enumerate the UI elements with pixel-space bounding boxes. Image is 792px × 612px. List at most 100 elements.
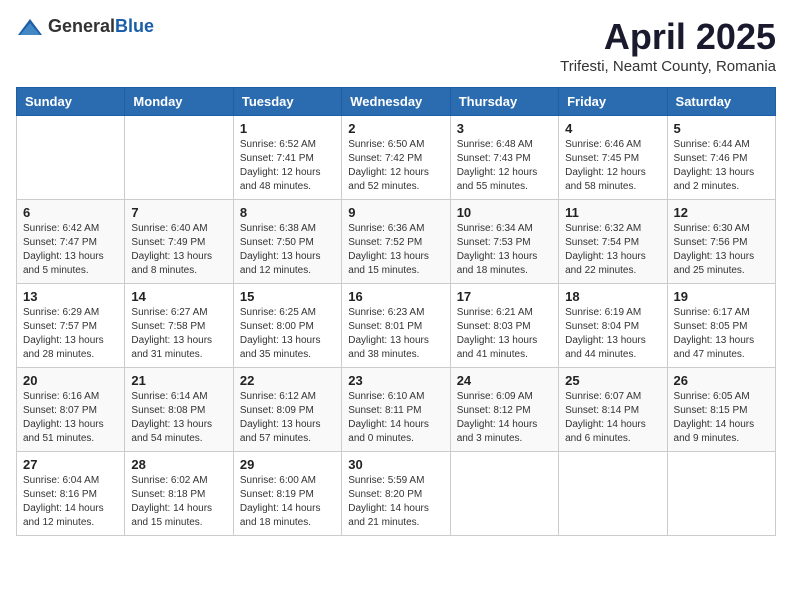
day-number: 6 <box>23 205 118 220</box>
calendar-cell: 30Sunrise: 5:59 AM Sunset: 8:20 PM Dayli… <box>342 452 450 536</box>
day-info: Sunrise: 6:36 AM Sunset: 7:52 PM Dayligh… <box>348 222 443 278</box>
day-number: 12 <box>674 205 769 220</box>
page-header: GeneralBlue April 2025 Trifesti, Neamt C… <box>16 16 776 75</box>
calendar-cell: 5Sunrise: 6:44 AM Sunset: 7:46 PM Daylig… <box>667 116 775 200</box>
calendar-cell: 8 Sunrise: 6:38 AM Sunset: 7:50 PM Daylig… <box>233 200 341 284</box>
day-number: 18 <box>565 289 660 304</box>
day-info: Sunrise: 6:14 AM Sunset: 8:08 PM Dayligh… <box>131 390 226 446</box>
day-info: Sunrise: 6:29 AM Sunset: 7:57 PM Dayligh… <box>23 306 118 362</box>
page-title: April 2025 <box>560 16 776 58</box>
calendar-cell <box>125 116 233 200</box>
day-number: 11 <box>565 205 660 220</box>
calendar-cell: 29 Sunrise: 6:00 AM Sunset: 8:19 PM Dayli… <box>233 452 341 536</box>
day-number: 1 <box>240 121 335 136</box>
day-number: 4 <box>565 121 660 136</box>
day-info: Sunrise: 6:23 AM Sunset: 8:01 PM Dayligh… <box>348 306 443 362</box>
calendar-header-friday: Friday <box>559 88 667 116</box>
day-number: 15 <box>240 289 335 304</box>
calendar-week-row: 20 Sunrise: 6:16 AM Sunset: 8:07 PM Dayli… <box>17 368 776 452</box>
calendar-cell: 6 Sunrise: 6:42 AM Sunset: 7:47 PM Daylig… <box>17 200 125 284</box>
calendar-cell: 16 Sunrise: 6:23 AM Sunset: 8:01 PM Dayli… <box>342 284 450 368</box>
day-info: Sunrise: 6:44 AM Sunset: 7:46 PM Dayligh… <box>674 138 769 194</box>
day-info: Sunrise: 6:40 AM Sunset: 7:49 PM Dayligh… <box>131 222 226 278</box>
day-info: Sunrise: 6:09 AM Sunset: 8:12 PM Dayligh… <box>457 390 552 446</box>
calendar-cell <box>559 452 667 536</box>
day-number: 24 <box>457 373 552 388</box>
day-number: 7 <box>131 205 226 220</box>
calendar-cell: 28 Sunrise: 6:02 AM Sunset: 8:18 PM Dayli… <box>125 452 233 536</box>
calendar-cell: 12 Sunrise: 6:30 AM Sunset: 7:56 PM Dayli… <box>667 200 775 284</box>
calendar-header-tuesday: Tuesday <box>233 88 341 116</box>
day-info: Sunrise: 6:21 AM Sunset: 8:03 PM Dayligh… <box>457 306 552 362</box>
day-info: Sunrise: 6:07 AM Sunset: 8:14 PM Dayligh… <box>565 390 660 446</box>
day-number: 19 <box>674 289 769 304</box>
calendar-cell: 18 Sunrise: 6:19 AM Sunset: 8:04 PM Dayli… <box>559 284 667 368</box>
day-info: Sunrise: 5:59 AM Sunset: 8:20 PM Dayligh… <box>348 474 443 530</box>
calendar-cell: 3Sunrise: 6:48 AM Sunset: 7:43 PM Daylig… <box>450 116 558 200</box>
calendar-cell: 15 Sunrise: 6:25 AM Sunset: 8:00 PM Dayli… <box>233 284 341 368</box>
calendar-header-monday: Monday <box>125 88 233 116</box>
day-number: 10 <box>457 205 552 220</box>
calendar-cell: 22 Sunrise: 6:12 AM Sunset: 8:09 PM Dayli… <box>233 368 341 452</box>
day-info: Sunrise: 6:04 AM Sunset: 8:16 PM Dayligh… <box>23 474 118 530</box>
day-number: 29 <box>240 457 335 472</box>
calendar-header-wednesday: Wednesday <box>342 88 450 116</box>
day-number: 8 <box>240 205 335 220</box>
calendar-week-row: 13 Sunrise: 6:29 AM Sunset: 7:57 PM Dayli… <box>17 284 776 368</box>
calendar-cell <box>17 116 125 200</box>
calendar-cell: 11 Sunrise: 6:32 AM Sunset: 7:54 PM Dayli… <box>559 200 667 284</box>
calendar-header-saturday: Saturday <box>667 88 775 116</box>
logo-icon <box>16 17 44 37</box>
day-info: Sunrise: 6:30 AM Sunset: 7:56 PM Dayligh… <box>674 222 769 278</box>
calendar-cell: 2Sunrise: 6:50 AM Sunset: 7:42 PM Daylig… <box>342 116 450 200</box>
day-info: Sunrise: 6:52 AM Sunset: 7:41 PM Dayligh… <box>240 138 335 194</box>
calendar-cell: 19Sunrise: 6:17 AM Sunset: 8:05 PM Dayli… <box>667 284 775 368</box>
day-info: Sunrise: 6:42 AM Sunset: 7:47 PM Dayligh… <box>23 222 118 278</box>
day-number: 25 <box>565 373 660 388</box>
calendar-cell: 27 Sunrise: 6:04 AM Sunset: 8:16 PM Dayli… <box>17 452 125 536</box>
day-number: 28 <box>131 457 226 472</box>
day-number: 26 <box>674 373 769 388</box>
day-info: Sunrise: 6:32 AM Sunset: 7:54 PM Dayligh… <box>565 222 660 278</box>
day-info: Sunrise: 6:05 AM Sunset: 8:15 PM Dayligh… <box>674 390 769 446</box>
calendar-cell: 24 Sunrise: 6:09 AM Sunset: 8:12 PM Dayli… <box>450 368 558 452</box>
calendar-cell: 26 Sunrise: 6:05 AM Sunset: 8:15 PM Dayli… <box>667 368 775 452</box>
calendar-cell: 25 Sunrise: 6:07 AM Sunset: 8:14 PM Dayli… <box>559 368 667 452</box>
calendar-cell <box>667 452 775 536</box>
day-info: Sunrise: 6:00 AM Sunset: 8:19 PM Dayligh… <box>240 474 335 530</box>
calendar-week-row: 1 Sunrise: 6:52 AM Sunset: 7:41 PM Daylig… <box>17 116 776 200</box>
calendar-cell: 20 Sunrise: 6:16 AM Sunset: 8:07 PM Dayli… <box>17 368 125 452</box>
day-number: 21 <box>131 373 226 388</box>
calendar-cell: 1 Sunrise: 6:52 AM Sunset: 7:41 PM Daylig… <box>233 116 341 200</box>
title-block: April 2025 Trifesti, Neamt County, Roman… <box>560 16 776 75</box>
day-info: Sunrise: 6:10 AM Sunset: 8:11 PM Dayligh… <box>348 390 443 446</box>
day-info: Sunrise: 6:46 AM Sunset: 7:45 PM Dayligh… <box>565 138 660 194</box>
calendar-cell: 17Sunrise: 6:21 AM Sunset: 8:03 PM Dayli… <box>450 284 558 368</box>
logo-text-general: General <box>48 16 115 36</box>
calendar-cell: 14 Sunrise: 6:27 AM Sunset: 7:58 PM Dayli… <box>125 284 233 368</box>
day-info: Sunrise: 6:16 AM Sunset: 8:07 PM Dayligh… <box>23 390 118 446</box>
day-number: 3 <box>457 121 552 136</box>
day-info: Sunrise: 6:19 AM Sunset: 8:04 PM Dayligh… <box>565 306 660 362</box>
day-number: 16 <box>348 289 443 304</box>
day-number: 27 <box>23 457 118 472</box>
day-info: Sunrise: 6:25 AM Sunset: 8:00 PM Dayligh… <box>240 306 335 362</box>
day-number: 22 <box>240 373 335 388</box>
calendar-cell: 23 Sunrise: 6:10 AM Sunset: 8:11 PM Dayli… <box>342 368 450 452</box>
calendar-cell: 7 Sunrise: 6:40 AM Sunset: 7:49 PM Daylig… <box>125 200 233 284</box>
calendar-cell: 13 Sunrise: 6:29 AM Sunset: 7:57 PM Dayli… <box>17 284 125 368</box>
day-info: Sunrise: 6:34 AM Sunset: 7:53 PM Dayligh… <box>457 222 552 278</box>
logo-text-blue: Blue <box>115 16 154 36</box>
day-number: 20 <box>23 373 118 388</box>
day-number: 2 <box>348 121 443 136</box>
day-info: Sunrise: 6:27 AM Sunset: 7:58 PM Dayligh… <box>131 306 226 362</box>
calendar-cell: 10 Sunrise: 6:34 AM Sunset: 7:53 PM Dayli… <box>450 200 558 284</box>
day-info: Sunrise: 6:02 AM Sunset: 8:18 PM Dayligh… <box>131 474 226 530</box>
day-info: Sunrise: 6:38 AM Sunset: 7:50 PM Dayligh… <box>240 222 335 278</box>
day-number: 13 <box>23 289 118 304</box>
calendar-cell: 9Sunrise: 6:36 AM Sunset: 7:52 PM Daylig… <box>342 200 450 284</box>
day-number: 23 <box>348 373 443 388</box>
calendar-header-sunday: Sunday <box>17 88 125 116</box>
day-number: 14 <box>131 289 226 304</box>
day-info: Sunrise: 6:12 AM Sunset: 8:09 PM Dayligh… <box>240 390 335 446</box>
